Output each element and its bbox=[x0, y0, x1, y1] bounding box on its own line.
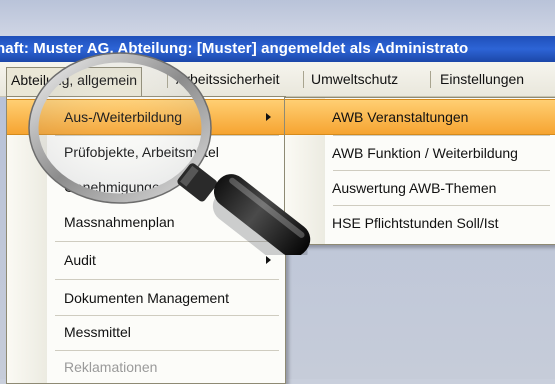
submenu-item-label: HSE Pflichtstunden Soll/Ist bbox=[332, 215, 499, 231]
submenu-item-hse-pflichtstunden[interactable]: HSE Pflichtstunden Soll/Ist bbox=[285, 206, 555, 240]
submenu-item-awb-funktion[interactable]: AWB Funktion / Weiterbildung bbox=[285, 136, 555, 170]
window-title-bar: haft: Muster AG, Abteilung: [Muster] ang… bbox=[0, 36, 555, 62]
menu-item-audit[interactable]: Audit bbox=[7, 243, 285, 277]
menu-item-massnahmenplan[interactable]: Massnahmenplan bbox=[7, 205, 285, 239]
menu-bar: Abteilung, allgemein Arbeitssicherheit U… bbox=[0, 62, 555, 97]
submenu-arrow-icon bbox=[266, 256, 271, 264]
menu-item-label: Messmittel bbox=[64, 324, 131, 340]
background-top bbox=[0, 0, 555, 36]
menu-abteilung-allgemein[interactable]: Abteilung, allgemein bbox=[6, 67, 143, 96]
submenu-item-awb-veranstaltungen[interactable]: AWB Veranstaltungen bbox=[285, 99, 555, 135]
menu-item-pruefobjekte[interactable]: Prüfobjekte, Arbeitsmittel bbox=[7, 135, 285, 169]
submenu-item-label: AWB Veranstaltungen bbox=[332, 109, 469, 125]
submenu-item-label: Auswertung AWB-Themen bbox=[332, 180, 497, 196]
menu-divider bbox=[55, 241, 279, 242]
menu-item-label: Dokumenten Management bbox=[64, 290, 229, 306]
menu-umweltschutz[interactable]: Umweltschutz bbox=[308, 68, 401, 90]
menu-separator bbox=[167, 71, 168, 88]
menu-item-label: Aus-/Weiterbildung bbox=[64, 109, 183, 125]
menu-item-label: Genehmigungen bbox=[64, 179, 168, 195]
menu-separator bbox=[303, 71, 304, 88]
menu-item-label: Audit bbox=[64, 252, 96, 268]
dropdown-menu: Aus-/Weiterbildung Prüfobjekte, Arbeitsm… bbox=[6, 96, 286, 384]
submenu: AWB Veranstaltungen AWB Funktion / Weite… bbox=[284, 97, 555, 245]
window-title: haft: Muster AG, Abteilung: [Muster] ang… bbox=[0, 40, 469, 57]
submenu-item-auswertung-awb-themen[interactable]: Auswertung AWB-Themen bbox=[285, 171, 555, 205]
menu-item-label: Prüfobjekte, Arbeitsmittel bbox=[64, 144, 219, 160]
menu-separator bbox=[430, 71, 431, 88]
menu-item-messmittel[interactable]: Messmittel bbox=[7, 315, 285, 349]
submenu-item-label: AWB Funktion / Weiterbildung bbox=[332, 145, 518, 161]
submenu-arrow-icon bbox=[266, 113, 271, 121]
menu-item-aus-weiterbildung[interactable]: Aus-/Weiterbildung bbox=[7, 99, 285, 135]
menu-item-label: Massnahmenplan bbox=[64, 214, 175, 230]
menu-item-genehmigungen[interactable]: Genehmigungen bbox=[7, 170, 285, 204]
menu-einstellungen[interactable]: Einstellungen bbox=[437, 68, 527, 90]
menu-divider bbox=[55, 279, 279, 280]
menu-item-dokumenten-management[interactable]: Dokumenten Management bbox=[7, 281, 285, 315]
menu-arbeitssicherheit[interactable]: Arbeitssicherheit bbox=[173, 68, 283, 90]
